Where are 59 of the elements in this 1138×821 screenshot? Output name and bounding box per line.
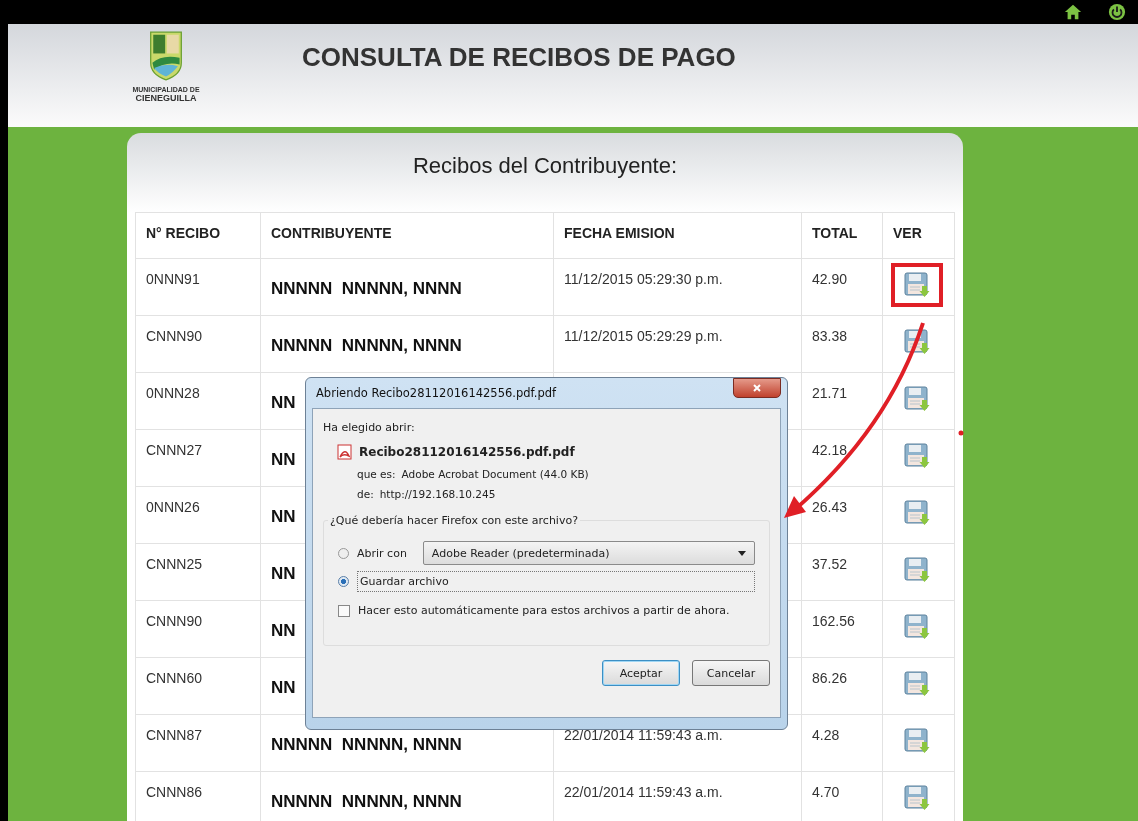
logo-caption: CIENEGUILLA xyxy=(135,93,197,103)
table-cell: 11/12/2015 05:29:30 p.m. xyxy=(553,258,802,316)
table-cell: 162.56 xyxy=(801,600,883,658)
floppy-download-icon[interactable] xyxy=(904,728,930,754)
table-cell: 0NNN26 xyxy=(135,486,261,544)
annotation-dot xyxy=(958,430,964,436)
home-icon[interactable] xyxy=(1064,3,1082,21)
card-title: Recibos del Contribuyente: xyxy=(411,152,679,180)
field-label: de: xyxy=(357,488,374,500)
table-cell: CNNN60 xyxy=(135,657,261,715)
table-cell: 0NNN91 xyxy=(135,258,261,316)
radio-button[interactable] xyxy=(338,576,349,587)
close-icon xyxy=(752,383,762,393)
table-cell: 4.28 xyxy=(801,714,883,772)
caret-icon xyxy=(738,550,746,556)
pdf-file-icon xyxy=(337,444,353,460)
floppy-download-icon[interactable] xyxy=(904,443,930,469)
table-cell: CNNN86 xyxy=(135,771,261,821)
table-cell: CNNN87 xyxy=(135,714,261,772)
power-icon[interactable] xyxy=(1108,3,1126,21)
table-cell: 83.38 xyxy=(801,315,883,373)
table-cell: 42.90 xyxy=(801,258,883,316)
table-cell: CNNN27 xyxy=(135,429,261,487)
table-cell: CNNN25 xyxy=(135,543,261,601)
column-header: CONTRIBUYENTE xyxy=(260,212,554,259)
table-cell: 11/12/2015 05:29:29 p.m. xyxy=(553,315,802,373)
radio-button[interactable] xyxy=(338,547,349,559)
dialog-button[interactable]: Aceptar xyxy=(602,660,680,686)
file-source: http://192.168.10.245 xyxy=(379,488,496,500)
floppy-download-icon[interactable] xyxy=(904,500,930,526)
table-cell: CNNN90 xyxy=(135,315,261,373)
column-header: TOTAL xyxy=(801,212,883,259)
page-title: CONSULTA DE RECIBOS DE PAGO xyxy=(302,42,736,73)
table-cell: 86.26 xyxy=(801,657,883,715)
floppy-download-icon[interactable] xyxy=(904,614,930,640)
checkbox[interactable] xyxy=(338,604,350,617)
floppy-download-icon[interactable] xyxy=(904,272,930,298)
column-header: VER xyxy=(882,212,955,259)
table-cell: NNNNN NNNNN, NNNN xyxy=(260,315,554,373)
option-label[interactable]: Guardar archivo xyxy=(357,571,755,592)
application-dropdown[interactable]: Adobe Reader (predeterminada) xyxy=(422,541,755,565)
field-label: que es: xyxy=(357,468,396,480)
close-button[interactable] xyxy=(733,378,781,398)
column-header: FECHA EMISION xyxy=(553,212,802,259)
option-label[interactable]: Abrir con xyxy=(357,546,407,560)
floppy-download-icon[interactable] xyxy=(904,671,930,697)
table-cell: NNNNN NNNNN, NNNN xyxy=(260,258,554,316)
floppy-download-icon[interactable] xyxy=(904,386,930,412)
dialog-button[interactable]: Cancelar xyxy=(692,660,770,686)
floppy-download-icon[interactable] xyxy=(904,785,930,811)
table-cell: 42.18 xyxy=(801,429,883,487)
table-cell: 0NNN28 xyxy=(135,372,261,430)
floppy-download-icon[interactable] xyxy=(904,557,930,583)
table-cell: CNNN90 xyxy=(135,600,261,658)
table-cell: 37.52 xyxy=(801,543,883,601)
table-cell: 21.71 xyxy=(801,372,883,430)
column-header: N° RECIBO xyxy=(135,212,261,259)
dialog-title: Abriendo Recibo28112016142556.pdf.pdf xyxy=(316,386,557,400)
shield-logo-drawing xyxy=(149,30,183,82)
